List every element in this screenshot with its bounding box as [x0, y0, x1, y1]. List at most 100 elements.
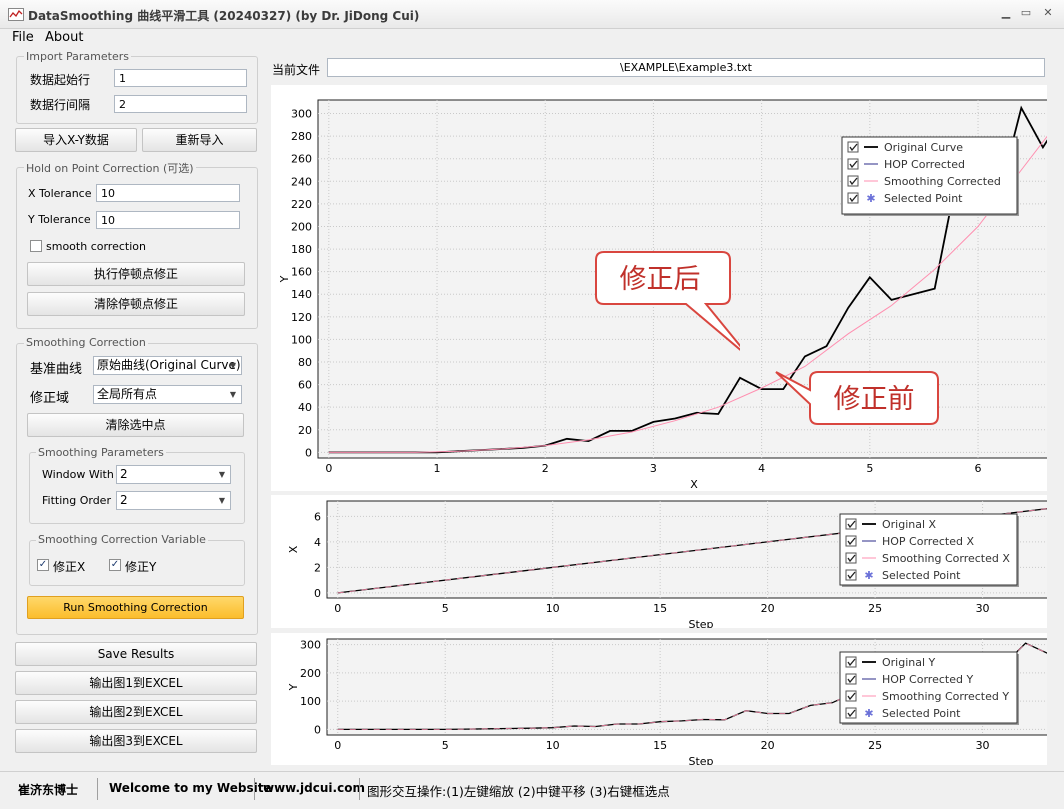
export-chart1-button[interactable]: 输出图1到EXCEL: [15, 671, 257, 695]
fix-x-label: 修正X: [53, 560, 86, 574]
x-tick-label: 1: [434, 462, 441, 475]
status-site-link[interactable]: www.jdcui.com: [263, 781, 365, 795]
clear-selected-button[interactable]: 清除选中点: [27, 413, 244, 437]
y-tick-label: 6: [314, 510, 321, 523]
reimport-button[interactable]: 重新导入: [142, 128, 257, 152]
exec-hop-button[interactable]: 执行停顿点修正: [27, 262, 245, 286]
legend-entry: Smoothing Corrected X: [882, 552, 1010, 565]
y-tick-label: 0: [305, 446, 312, 459]
fitting-order-select[interactable]: 2 ▼: [116, 491, 231, 510]
chevron-down-icon: ▼: [218, 470, 225, 479]
y-tick-label: 40: [298, 401, 312, 414]
chevron-down-icon: ▼: [218, 496, 225, 505]
y-tick-label: 0: [314, 587, 321, 600]
x-tick-label: 5: [442, 739, 449, 752]
import-parameters-legend: Import Parameters: [24, 50, 131, 63]
base-curve-label: 基准曲线: [30, 362, 83, 377]
y-tick-label: 240: [291, 175, 312, 188]
maximize-button[interactable]: ▭: [1018, 6, 1034, 20]
y-tick-label: 200: [300, 667, 321, 680]
x-tick-label: 30: [976, 739, 990, 752]
x-tick-label: 15: [653, 602, 667, 615]
legend-entry: HOP Corrected X: [882, 535, 974, 548]
chevron-down-icon: ▼: [229, 390, 236, 399]
x-tick-label: 10: [546, 602, 560, 615]
smoothing-params-legend: Smoothing Parameters: [36, 446, 166, 459]
fitting-order-label: Fitting Order: [42, 494, 111, 507]
import-xy-button[interactable]: 导入X-Y数据: [15, 128, 137, 152]
y-tick-label: 120: [291, 311, 312, 324]
x-tick-label: 10: [546, 739, 560, 752]
x-axis-label: Step: [688, 618, 713, 628]
window-width-select[interactable]: 2 ▼: [116, 465, 231, 484]
legend-checkbox: [845, 673, 857, 685]
y-axis-label: Y: [278, 275, 291, 283]
legend-checkbox: [847, 158, 859, 170]
status-separator: [359, 778, 360, 800]
legend-checkbox: [845, 656, 857, 668]
export-chart2-button[interactable]: 输出图2到EXCEL: [15, 700, 257, 724]
step-x-chart[interactable]: 0 5 10 15 20 25 30 0 2 4 6 Step X Original X HOP Corre…: [271, 495, 1047, 628]
current-file-label: 当前文件: [272, 63, 321, 77]
legend-entry: HOP Corrected: [884, 158, 965, 171]
start-row-input[interactable]: 1: [114, 69, 247, 87]
clear-hop-button[interactable]: 清除停顿点修正: [27, 292, 245, 316]
x-tick-label: 4: [758, 462, 765, 475]
minimize-button[interactable]: ▁: [998, 6, 1014, 20]
legend-marker-icon: ✱: [864, 707, 873, 720]
y-tick-label: 200: [291, 220, 312, 233]
legend-checkbox: [845, 569, 857, 581]
fitting-order-value: 2: [120, 493, 128, 507]
y-tick-label: 160: [291, 266, 312, 279]
x-tick-label: 5: [866, 462, 873, 475]
smooth-correction-checkbox[interactable]: [30, 240, 42, 252]
window-width-label: Window With: [42, 468, 114, 481]
menu-about[interactable]: About: [45, 30, 83, 45]
smooth-correction-label: smooth correction: [46, 240, 146, 253]
legend-entry: Smoothing Corrected: [884, 175, 1001, 188]
window-title: DataSmoothing 曲线平滑工具 (20240327) (by Dr. …: [28, 9, 420, 23]
legend-checkbox: [847, 141, 859, 153]
y-tick-label: 220: [291, 198, 312, 211]
legend-marker-icon: ✱: [864, 569, 873, 582]
legend-entry: Selected Point: [882, 707, 961, 720]
legend-marker-icon: ✱: [866, 192, 875, 205]
close-button[interactable]: ✕: [1040, 6, 1056, 20]
fix-y-label: 修正Y: [125, 560, 157, 574]
export-chart3-button[interactable]: 输出图3到EXCEL: [15, 729, 257, 753]
legend-entry: Selected Point: [884, 192, 963, 205]
step-y-chart[interactable]: 0 5 10 15 20 25 300100200300StepYOriginal YHOP…: [271, 633, 1047, 765]
correction-domain-select[interactable]: 全局所有点 ▼: [93, 385, 242, 404]
x-axis-label: X: [690, 478, 698, 491]
y-tolerance-input[interactable]: 10: [96, 211, 240, 229]
smoothing-legend: Smoothing Correction: [24, 336, 148, 349]
y-tick-label: 300: [300, 639, 321, 652]
run-smoothing-button[interactable]: Run Smoothing Correction: [27, 596, 244, 619]
fix-x-checkbox[interactable]: ✓: [37, 559, 49, 571]
base-curve-value: 原始曲线(Original Curve): [97, 358, 241, 372]
legend-checkbox: [845, 518, 857, 530]
save-results-button[interactable]: Save Results: [15, 642, 257, 666]
x-tolerance-input[interactable]: 10: [96, 184, 240, 202]
import-parameters-group: [16, 56, 258, 124]
status-hint: 图形交互操作:(1)左键缩放 (2)中键平移 (3)右键框选点: [367, 784, 670, 799]
app-icon: [8, 8, 24, 21]
x-tick-label: 30: [976, 602, 990, 615]
status-welcome[interactable]: Welcome to my Website: [109, 781, 272, 795]
legend-entry: Smoothing Corrected Y: [882, 690, 1009, 703]
y-tick-label: 80: [298, 356, 312, 369]
x-tick-label: 20: [761, 602, 775, 615]
interval-input[interactable]: 2: [114, 95, 247, 113]
status-separator: [97, 778, 98, 800]
fix-y-checkbox[interactable]: ✓: [109, 559, 121, 571]
x-tick-label: 6: [975, 462, 982, 475]
y-axis-label: X: [287, 545, 300, 553]
x-tick-label: 0: [334, 739, 341, 752]
base-curve-select[interactable]: 原始曲线(Original Curve) ▼: [93, 356, 242, 375]
legend-checkbox: [845, 690, 857, 702]
smoothing-params-group: [29, 452, 245, 524]
title-bar: DataSmoothing 曲线平滑工具 (20240327) (by Dr. …: [0, 0, 1064, 29]
status-separator: [254, 778, 255, 800]
menu-file[interactable]: File: [12, 30, 34, 45]
y-tick-label: 20: [298, 424, 312, 437]
